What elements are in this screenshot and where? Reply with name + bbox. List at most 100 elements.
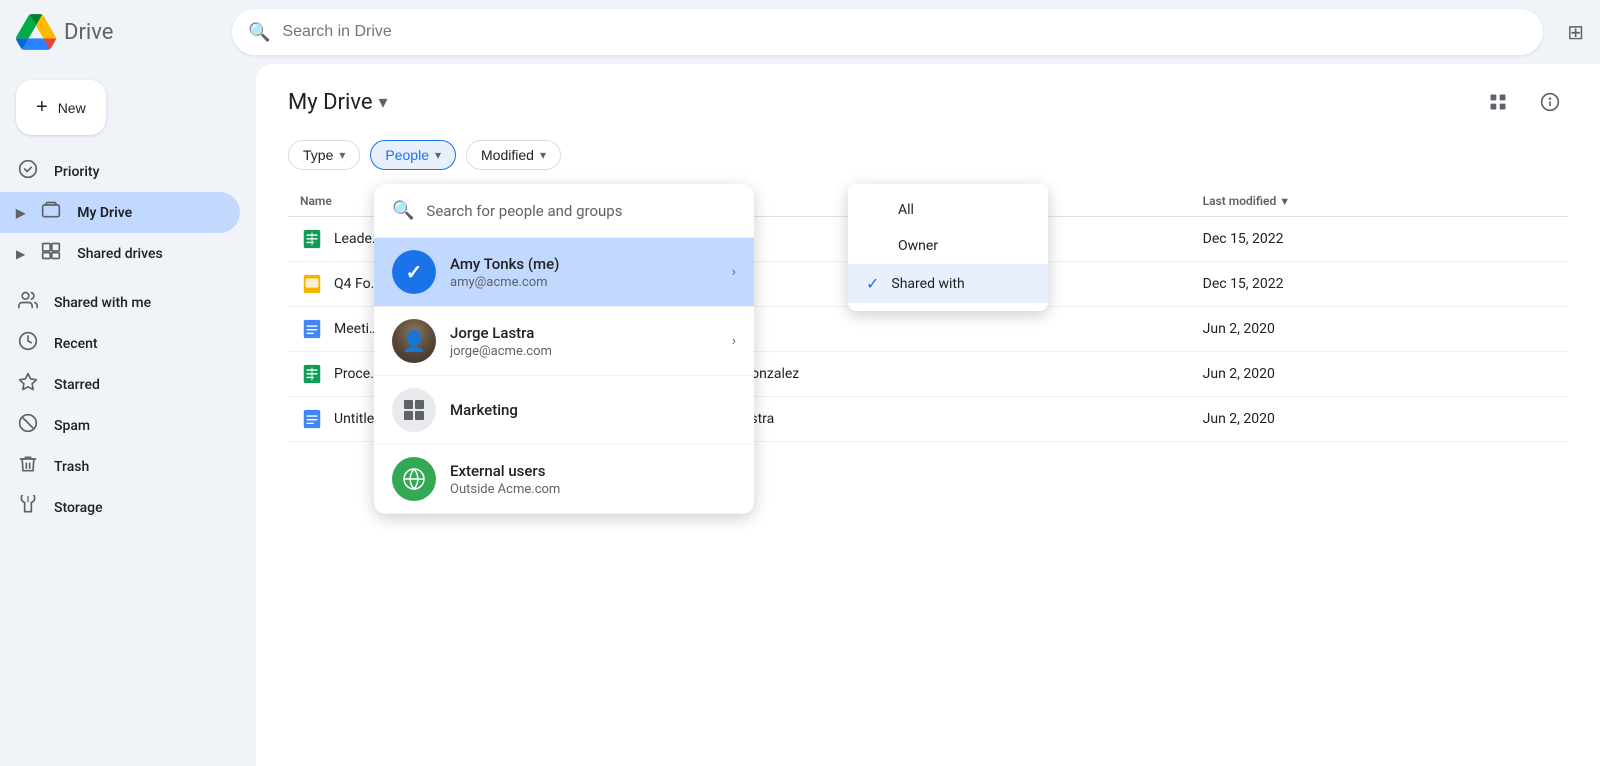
type-filter-button[interactable]: Type ▾ <box>288 140 360 170</box>
sidebar-item-spam[interactable]: Spam <box>0 405 240 446</box>
owner-item-all[interactable]: All <box>848 192 1048 228</box>
file-icon-docs2 <box>300 407 324 431</box>
sidebar-item-label: Shared with me <box>54 295 151 311</box>
sidebar-item-label: Trash <box>54 459 89 475</box>
external-info: External users Outside Acme.com <box>450 462 736 497</box>
advanced-search-icon[interactable]: ⊞ <box>1567 20 1584 44</box>
shared-with-me-icon <box>16 290 40 315</box>
modified-cell: Jun 2, 2020 <box>1191 397 1568 442</box>
marketing-info: Marketing <box>450 401 736 419</box>
file-icon-slides <box>300 272 324 296</box>
my-drive-icon <box>39 200 63 225</box>
trash-icon <box>16 454 40 479</box>
owner-all-label: All <box>898 202 914 218</box>
sidebar-item-label: Spam <box>54 418 90 434</box>
amy-check-icon: ✓ <box>392 250 436 294</box>
owner-dropdown: All Owner ✓ Shared with <box>848 184 1048 311</box>
people-filter-caret: ▾ <box>435 148 441 162</box>
owner-item-shared-with[interactable]: ✓ Shared with <box>848 264 1048 303</box>
starred-icon <box>16 372 40 397</box>
expand-arrow-icon: ▶ <box>16 247 25 261</box>
jorge-email: jorge@acme.com <box>450 344 718 359</box>
sidebar-item-label: Shared drives <box>77 246 162 262</box>
expand-arrow-icon: ▶ <box>16 206 25 220</box>
sidebar-item-starred[interactable]: Starred <box>0 364 240 405</box>
drive-logo-icon <box>16 12 56 52</box>
header-icons <box>1480 84 1568 120</box>
amy-avatar: ✓ <box>392 250 436 294</box>
people-item-marketing[interactable]: Marketing <box>374 376 754 445</box>
type-filter-caret: ▾ <box>339 148 345 162</box>
sidebar-item-label: Recent <box>54 336 98 352</box>
page-title-text: My Drive <box>288 90 373 115</box>
search-input[interactable] <box>282 23 1527 41</box>
file-icon-sheets <box>300 227 324 251</box>
storage-icon <box>16 495 40 520</box>
main-content: My Drive ▾ <box>256 64 1600 766</box>
file-name: Meeti… <box>334 321 378 337</box>
people-search-bar[interactable]: 🔍 Search for people and groups <box>374 184 754 238</box>
people-filter-button[interactable]: People ▾ <box>370 140 456 170</box>
sort-arrow-icon: ▼ <box>1279 195 1290 208</box>
shared-drives-icon <box>39 241 63 266</box>
logo-area: Drive <box>16 12 216 52</box>
amy-info: Amy Tonks (me) amy@acme.com <box>450 255 718 290</box>
owner-owner-label: Owner <box>898 238 938 254</box>
modified-cell: Jun 2, 2020 <box>1191 307 1568 352</box>
jorge-info: Jorge Lastra jorge@acme.com <box>450 324 718 359</box>
sidebar-item-shared-drives[interactable]: ▶ Shared drives <box>0 233 240 274</box>
jorge-arrow-icon: › <box>732 333 736 349</box>
recent-icon <box>16 331 40 356</box>
amy-email: amy@acme.com <box>450 275 718 290</box>
grid-view-button[interactable] <box>1480 84 1516 120</box>
amy-name: Amy Tonks (me) <box>450 255 718 273</box>
people-search-icon: 🔍 <box>392 200 414 221</box>
people-item-amy[interactable]: ✓ Amy Tonks (me) amy@acme.com › <box>374 238 754 307</box>
sidebar-item-recent[interactable]: Recent <box>0 323 240 364</box>
new-button-label: New <box>58 100 86 116</box>
marketing-name: Marketing <box>450 401 736 419</box>
modified-cell: Dec 15, 2022 <box>1191 262 1568 307</box>
external-email: Outside Acme.com <box>450 482 736 497</box>
sidebar-item-label: Starred <box>54 377 100 393</box>
file-icon-sheets2 <box>300 362 324 386</box>
type-filter-label: Type <box>303 147 333 163</box>
external-icon <box>392 457 436 501</box>
sidebar-item-priority[interactable]: Priority <box>0 151 240 192</box>
shared-with-check-icon: ✓ <box>866 274 879 293</box>
sidebar-item-label: Priority <box>54 164 99 180</box>
spam-icon <box>16 413 40 438</box>
people-item-jorge[interactable]: 👤 Jorge Lastra jorge@acme.com › <box>374 307 754 376</box>
sidebar-item-label: My Drive <box>77 205 132 221</box>
search-bar[interactable]: 🔍 <box>232 9 1543 55</box>
sidebar-item-storage[interactable]: Storage <box>0 487 240 528</box>
owner-item-owner[interactable]: Owner <box>848 228 1048 264</box>
main-layout: + New Priority ▶ <box>0 64 1600 766</box>
people-item-external[interactable]: External users Outside Acme.com <box>374 445 754 514</box>
sidebar-item-label: Storage <box>54 500 103 516</box>
sidebar-item-shared-with-me[interactable]: Shared with me <box>0 282 240 323</box>
jorge-name: Jorge Lastra <box>450 324 718 342</box>
sidebar: + New Priority ▶ <box>0 64 256 766</box>
topbar: Drive 🔍 ⊞ <box>0 0 1600 64</box>
modified-filter-button[interactable]: Modified ▾ <box>466 140 561 170</box>
sidebar-item-my-drive[interactable]: ▶ My Drive <box>0 192 240 233</box>
marketing-icon <box>392 388 436 432</box>
priority-icon <box>16 159 40 184</box>
info-button[interactable] <box>1532 84 1568 120</box>
modified-cell: Jun 2, 2020 <box>1191 352 1568 397</box>
title-dropdown-icon: ▾ <box>379 92 388 113</box>
last-modified-column-header[interactable]: Last modified ▼ <box>1191 186 1568 217</box>
file-name: Proce… <box>334 366 380 382</box>
plus-icon: + <box>36 96 48 119</box>
modified-filter-caret: ▾ <box>540 148 546 162</box>
sidebar-item-trash[interactable]: Trash <box>0 446 240 487</box>
search-icon: 🔍 <box>248 22 270 43</box>
external-name: External users <box>450 462 736 480</box>
page-title[interactable]: My Drive ▾ <box>288 90 388 115</box>
jorge-avatar: 👤 <box>392 319 436 363</box>
people-search-placeholder: Search for people and groups <box>426 202 622 220</box>
new-button[interactable]: + New <box>16 80 106 135</box>
sidebar-section: Priority ▶ My Drive ▶ <box>0 151 256 528</box>
filter-bar: Type ▾ People ▾ Modified ▾ 🔍 Search for … <box>288 140 1568 170</box>
